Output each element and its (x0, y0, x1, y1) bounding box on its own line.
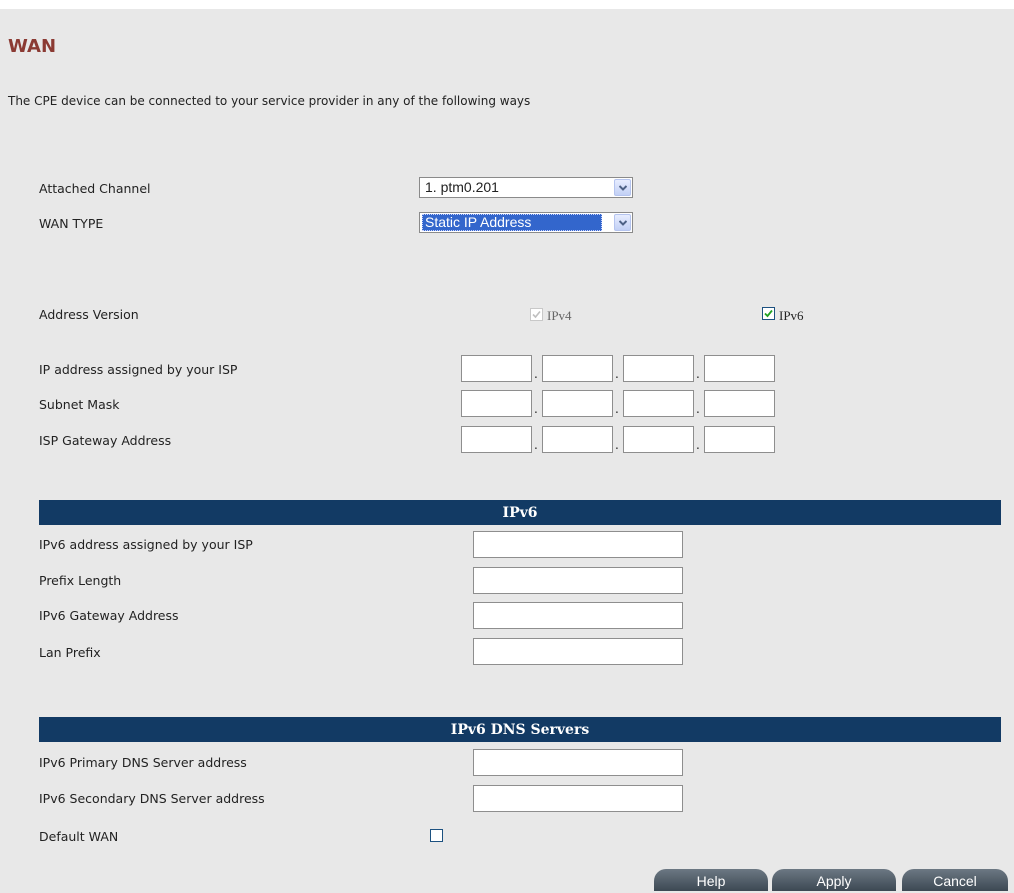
octet-separator: . (534, 367, 538, 381)
chevron-down-icon[interactable] (614, 214, 631, 231)
ip-address-octet-2[interactable] (542, 355, 613, 382)
wan-type-label: WAN TYPE (39, 216, 104, 231)
address-version-label: Address Version (39, 307, 139, 322)
secondary-dns-label: IPv6 Secondary DNS Server address (39, 791, 265, 806)
isp-gateway-octet-1[interactable] (461, 426, 532, 453)
wan-type-select[interactable]: Static IP Address (419, 212, 633, 233)
ipv6-address-label: IPv6 address assigned by your ISP (39, 537, 253, 552)
default-wan-label: Default WAN (39, 829, 119, 844)
octet-separator: . (615, 438, 619, 452)
octet-separator: . (534, 402, 538, 416)
ip-address-octet-4[interactable] (704, 355, 775, 382)
attached-channel-select[interactable]: 1. ptm0.201 (419, 177, 633, 198)
attached-channel-label: Attached Channel (39, 181, 151, 196)
top-strip (0, 0, 1014, 9)
page-intro: The CPE device can be connected to your … (8, 94, 531, 108)
attached-channel-value: 1. ptm0.201 (425, 179, 499, 195)
octet-separator: . (696, 367, 700, 381)
ipv6-gateway-input[interactable] (473, 602, 683, 629)
primary-dns-input[interactable] (473, 749, 683, 776)
ip-address-octet-1[interactable] (461, 355, 532, 382)
secondary-dns-input[interactable] (473, 785, 683, 812)
isp-gateway-octet-4[interactable] (704, 426, 775, 453)
subnet-mask-octet-1[interactable] (461, 390, 532, 417)
octet-separator: . (615, 402, 619, 416)
ipv6-address-input[interactable] (473, 531, 683, 558)
ipv4-checkbox[interactable] (530, 308, 543, 321)
ipv6-label: IPv6 (779, 308, 804, 323)
help-button[interactable]: Help (654, 869, 768, 891)
cancel-button[interactable]: Cancel (902, 869, 1008, 891)
dns-section-header: IPv6 DNS Servers (39, 717, 1001, 742)
isp-gateway-octet-3[interactable] (623, 426, 694, 453)
subnet-mask-label: Subnet Mask (39, 397, 120, 412)
octet-separator: . (534, 438, 538, 452)
wan-type-value: Static IP Address (422, 214, 602, 231)
ipv6-gateway-label: IPv6 Gateway Address (39, 608, 179, 623)
isp-gateway-octet-2[interactable] (542, 426, 613, 453)
prefix-length-label: Prefix Length (39, 573, 122, 588)
lan-prefix-label: Lan Prefix (39, 645, 101, 660)
octet-separator: . (696, 438, 700, 452)
ipv4-label: IPv4 (547, 308, 572, 323)
default-wan-checkbox[interactable] (430, 829, 443, 842)
octet-separator: . (696, 402, 700, 416)
page-title: WAN (8, 36, 57, 57)
ip-address-label: IP address assigned by your ISP (39, 362, 238, 377)
primary-dns-label: IPv6 Primary DNS Server address (39, 755, 247, 770)
ipv6-section-header: IPv6 (39, 500, 1001, 525)
chevron-down-icon[interactable] (614, 179, 631, 196)
prefix-length-input[interactable] (473, 567, 683, 594)
lan-prefix-input[interactable] (473, 638, 683, 665)
subnet-mask-octet-2[interactable] (542, 390, 613, 417)
subnet-mask-octet-3[interactable] (623, 390, 694, 417)
subnet-mask-octet-4[interactable] (704, 390, 775, 417)
apply-button[interactable]: Apply (772, 869, 896, 891)
ipv6-checkbox[interactable] (762, 307, 775, 320)
ip-address-octet-3[interactable] (623, 355, 694, 382)
isp-gateway-label: ISP Gateway Address (39, 433, 172, 448)
octet-separator: . (615, 367, 619, 381)
